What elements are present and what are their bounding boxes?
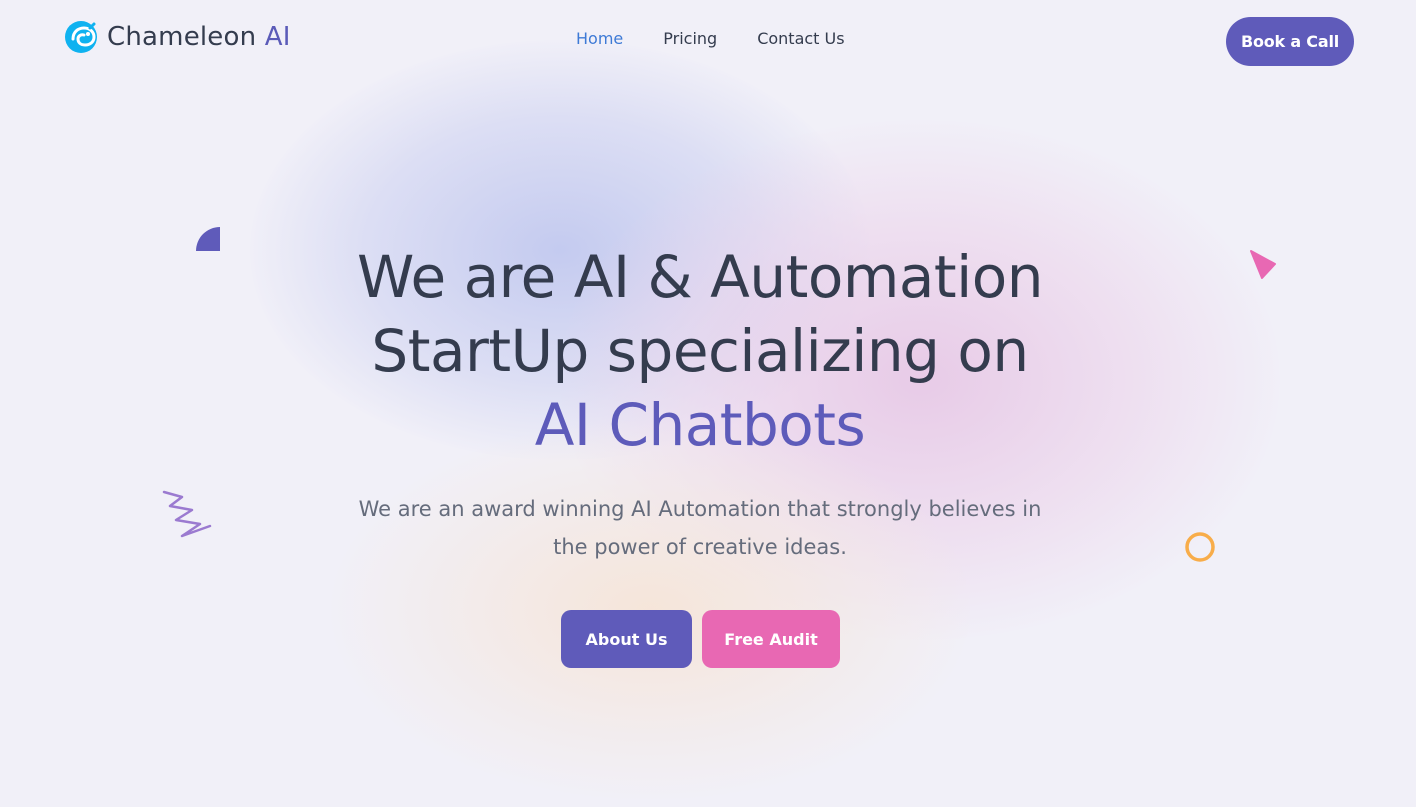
nav-link-pricing[interactable]: Pricing xyxy=(663,29,717,48)
nav-link-contact[interactable]: Contact Us xyxy=(757,29,844,48)
quarter-circle-shape xyxy=(196,227,220,251)
free-audit-button[interactable]: Free Audit xyxy=(702,610,840,668)
hero-title-accent: AI Chatbots xyxy=(534,391,866,459)
hero-subtitle-line-2: the power of creative ideas. xyxy=(553,535,847,559)
ring-shape xyxy=(1185,532,1215,562)
hero-title-line-1: We are AI & Automation xyxy=(357,243,1044,311)
site-header: Chameleon AI Home Pricing Contact Us Boo… xyxy=(0,0,1416,82)
hero-subtitle: We are an award winning AI Automation th… xyxy=(300,490,1100,566)
nav-link-home[interactable]: Home xyxy=(576,29,623,48)
brand-name-main: Chameleon xyxy=(107,22,257,52)
book-call-button[interactable]: Book a Call xyxy=(1226,17,1354,66)
chameleon-logo-icon xyxy=(65,21,97,53)
main-nav: Home Pricing Contact Us xyxy=(576,29,885,48)
squiggle-shape xyxy=(162,490,212,538)
about-us-button[interactable]: About Us xyxy=(561,610,692,668)
brand-name-accent: AI xyxy=(264,22,291,52)
hero-subtitle-line-1: We are an award winning AI Automation th… xyxy=(358,497,1042,521)
hero-title: We are AI & Automation StartUp specializ… xyxy=(258,240,1142,462)
brand-name: Chameleon AI xyxy=(107,22,291,52)
hero-title-line-2: StartUp specializing on xyxy=(371,317,1029,385)
triangle-shape xyxy=(1250,250,1276,279)
brand-logo-link[interactable]: Chameleon AI xyxy=(64,20,291,54)
